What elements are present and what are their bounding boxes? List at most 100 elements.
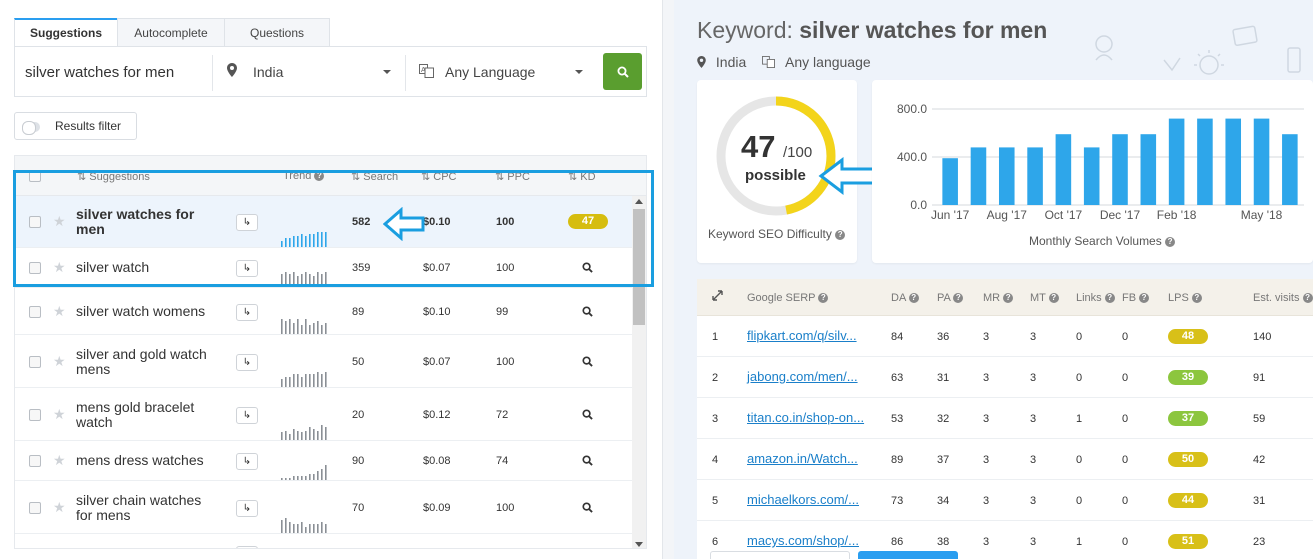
location-select[interactable]: India	[253, 56, 393, 88]
search-volume: 90	[352, 455, 365, 467]
use-keyword-button[interactable]: ↳	[236, 303, 258, 321]
trend-bar	[293, 374, 295, 387]
scroll-down-icon[interactable]	[635, 542, 643, 547]
row-checkbox[interactable]	[29, 455, 41, 467]
search-icon[interactable]	[582, 355, 593, 370]
da-value: 53	[891, 413, 904, 425]
mt-value: 3	[1030, 331, 1037, 343]
trend-bar	[285, 431, 287, 440]
table-row[interactable]: ★ mens dress watches ↳ 90 $0.08 74	[15, 441, 632, 481]
search-button[interactable]	[603, 53, 642, 90]
mr-value: 3	[983, 413, 990, 425]
monthly-volume-chart: 800.0 400.0 0.0 Jun '17 Aug '17 Oct '17 Dec '1…	[897, 102, 1304, 222]
translate-icon: A	[419, 64, 434, 83]
trend-bar	[285, 518, 287, 533]
tab-suggestions[interactable]: Suggestions	[14, 18, 118, 47]
row-checkbox[interactable]	[29, 408, 41, 421]
row-checkbox[interactable]	[29, 305, 41, 318]
x-tick-label: Dec '17	[1100, 208, 1141, 222]
column-header-lps: LPS ?	[1168, 292, 1202, 304]
mt-value: 3	[1030, 536, 1037, 548]
keyword-link[interactable]: mens dress watches	[76, 453, 216, 468]
serp-url-link[interactable]: michaelkors.com/...	[747, 492, 859, 507]
ppc-value: 99	[496, 305, 509, 318]
table-row[interactable]: ★ silver and gold watch mens ↳ 50 $0.07 …	[15, 335, 632, 388]
lps-badge: 39	[1168, 370, 1208, 385]
language-select[interactable]: Any Language	[445, 56, 585, 88]
trend-bar	[293, 323, 295, 334]
serp-url-link[interactable]: macys.com/shop/...	[747, 533, 859, 548]
serp-url-link[interactable]: amazon.in/Watch...	[747, 451, 858, 466]
mr-value: 3	[983, 536, 990, 548]
results-filter-button[interactable]: Results filter	[14, 112, 137, 140]
keyword-link[interactable]: silver watch womens	[76, 303, 216, 319]
pagination-input[interactable]	[710, 551, 850, 559]
info-icon[interactable]: ?	[835, 229, 846, 240]
mr-value: 3	[983, 495, 990, 507]
search-volume: 90	[352, 548, 364, 549]
info-icon[interactable]: ?	[1165, 236, 1176, 247]
column-header-visits: Est. visits ?	[1253, 292, 1313, 304]
column-label: Google SERP	[747, 292, 816, 304]
use-keyword-button[interactable]: ↳	[236, 499, 258, 517]
star-icon[interactable]: ★	[53, 406, 66, 423]
table-row[interactable]: ★ mens gold bracelet watch ↳ 20 $0.12 72	[15, 388, 632, 441]
trend-bar	[313, 323, 315, 334]
table-row[interactable]: ★ silver chain watches for mens ↳ 70 $0.…	[15, 481, 632, 534]
chevron-down-icon	[383, 70, 391, 74]
keyword-link[interactable]: silver chain watches for mens	[76, 492, 216, 523]
chevron-down-icon	[575, 70, 583, 74]
tab-questions[interactable]: Questions	[224, 18, 330, 47]
use-keyword-button[interactable]: ↳	[236, 453, 258, 470]
star-icon[interactable]: ★	[53, 545, 66, 548]
search-icon	[617, 66, 629, 78]
star-icon[interactable]: ★	[53, 353, 66, 370]
trend-bar	[289, 377, 291, 387]
trend-bar	[305, 476, 307, 480]
tab-autocomplete[interactable]: Autocomplete	[117, 18, 225, 47]
results-filter-label: Results filter	[55, 119, 122, 133]
pa-value: 38	[937, 536, 950, 548]
keyword-input[interactable]	[25, 56, 213, 88]
search-icon[interactable]	[582, 455, 593, 469]
load-more-button[interactable]	[858, 551, 958, 559]
keyword-link[interactable]: guy watches	[76, 546, 216, 549]
da-value: 63	[891, 372, 904, 384]
row-checkbox[interactable]	[29, 548, 41, 549]
difficulty-gauge	[716, 96, 836, 216]
star-icon[interactable]: ★	[53, 499, 66, 516]
search-icon[interactable]	[582, 548, 593, 549]
keyword-title-prefix: Keyword:	[697, 17, 800, 43]
row-checkbox[interactable]	[29, 355, 41, 368]
column-header-pa: PA ?	[937, 292, 964, 304]
use-keyword-button[interactable]: ↳	[236, 546, 258, 548]
visits-value: 140	[1253, 331, 1272, 343]
trend-bar	[285, 377, 287, 387]
info-icon: ?	[953, 293, 964, 304]
serp-url-link[interactable]: flipkart.com/q/silv...	[747, 328, 857, 343]
keyword-link[interactable]: silver and gold watch mens	[76, 346, 216, 377]
table-row[interactable]: ★ silver watch womens ↳ 89 $0.10 99	[15, 288, 632, 335]
column-header-da: DA ?	[891, 292, 919, 304]
trend-bar	[317, 372, 319, 387]
use-keyword-button[interactable]: ↳	[236, 406, 258, 424]
table-row[interactable]: ★ guy watches ↳ 90 $0.18 97	[15, 534, 632, 549]
search-icon[interactable]	[582, 305, 593, 320]
search-icon[interactable]	[582, 408, 593, 423]
trend-bar	[321, 469, 323, 480]
search-icon[interactable]	[582, 501, 593, 516]
keyword-meta: India Any language	[697, 54, 871, 71]
row-checkbox[interactable]	[29, 501, 41, 514]
star-icon[interactable]: ★	[53, 452, 66, 469]
star-icon[interactable]: ★	[53, 303, 66, 320]
use-keyword-button[interactable]: ↳	[236, 353, 258, 371]
serp-url-link[interactable]: jabong.com/men/...	[747, 369, 858, 384]
serp-url-link[interactable]: titan.co.in/shop-on...	[747, 410, 864, 425]
panel-divider[interactable]	[662, 0, 674, 559]
trend-bar	[289, 478, 291, 480]
rank-number: 1	[712, 331, 719, 343]
filter-toggle[interactable]	[22, 121, 40, 135]
keyword-link[interactable]: mens gold bracelet watch	[76, 399, 216, 430]
volume-caption-text: Monthly Search Volumes	[1029, 234, 1162, 248]
expand-icon[interactable]	[712, 290, 723, 304]
